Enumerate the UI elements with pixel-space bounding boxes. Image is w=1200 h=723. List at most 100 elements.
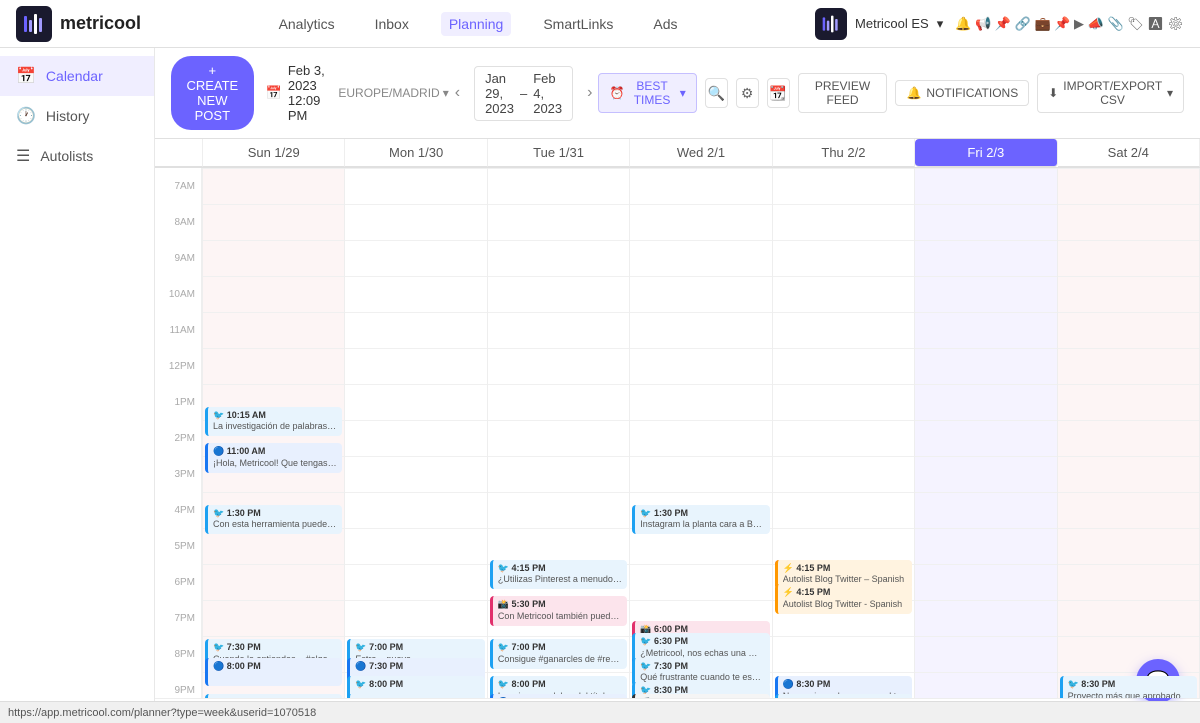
create-post-button[interactable]: + CREATE NEW POST bbox=[171, 56, 254, 130]
day-header-thu: Thu 2/2 bbox=[773, 139, 915, 167]
search-button[interactable]: 🔍 bbox=[705, 78, 728, 108]
sidebar-label-calendar: Calendar bbox=[46, 68, 103, 84]
social-icons-nav: 🔔 📢 📌 🔗 💼 📌 ▶ 📣 📎 🏷 🅰 ⚙ bbox=[955, 16, 1184, 32]
day-column-thu: 📸 4:00 PM¿Eres de música 🎶? Está claro e… bbox=[773, 168, 915, 698]
history-icon: 🕐 bbox=[16, 106, 36, 126]
day-header-tue: Tue 1/31 bbox=[488, 139, 630, 167]
time-label: 1PM bbox=[155, 384, 202, 420]
toolbar-right: ⏰ BEST TIMES ▾ 🔍 ⚙ 📆 PREVIEW FEED 🔔 NOTI… bbox=[598, 73, 1184, 113]
post-card[interactable]: 🐦 9:34 PM¿Tienes un calendario para plan… bbox=[205, 694, 342, 698]
range-start: Jan 29, 2023 bbox=[485, 71, 514, 116]
day-column-sat: 🐦 8:30 PMProyecto más que aprobado y a p… bbox=[1058, 168, 1200, 698]
post-card[interactable]: 🐦 9:34 PMAquí tienes 54 ideas de conteni… bbox=[347, 694, 484, 698]
logo-icon bbox=[16, 6, 52, 42]
date-range: Jan 29, 2023 – Feb 4, 2023 bbox=[474, 66, 573, 121]
calendar-view-button[interactable]: 📆 bbox=[767, 78, 790, 108]
post-card[interactable]: 🐦 1:30 PMCon esta herramienta puedes adm… bbox=[205, 505, 342, 534]
nav-inbox[interactable]: Inbox bbox=[367, 12, 417, 36]
time-label: 8AM bbox=[155, 204, 202, 240]
day-header-sun: Sun 1/29 bbox=[203, 139, 345, 167]
preview-feed-button[interactable]: PREVIEW FEED bbox=[798, 73, 888, 113]
sidebar-item-calendar[interactable]: 📅 Calendar bbox=[0, 56, 154, 96]
sidebar-label-history: History bbox=[46, 108, 90, 124]
day-column-tue: 🐦 4:15 PM¿Utilizas Pinterest a menudo en… bbox=[488, 168, 630, 698]
filter-button[interactable]: ⚙ bbox=[736, 78, 759, 108]
range-end: Feb 4, 2023 bbox=[533, 71, 562, 116]
sidebar-item-history[interactable]: 🕐 History bbox=[0, 96, 154, 136]
avatar bbox=[815, 8, 847, 40]
time-label: 5PM bbox=[155, 528, 202, 564]
notifications-button[interactable]: 🔔 NOTIFICATIONS bbox=[895, 80, 1029, 106]
time-label: 10AM bbox=[155, 276, 202, 312]
date-display: 📅 Feb 3, 2023 12:09 PM bbox=[266, 63, 327, 123]
calendar-icon: 📅 bbox=[16, 66, 36, 86]
day-header-wed: Wed 2/1 bbox=[630, 139, 772, 167]
planner-toolbar: + CREATE NEW POST 📅 Feb 3, 2023 12:09 PM… bbox=[155, 48, 1200, 139]
day-column-fri bbox=[915, 168, 1057, 698]
current-date: Feb 3, 2023 12:09 PM bbox=[288, 63, 327, 123]
post-card[interactable]: 🐦 1:30 PMInstagram la planta cara a BeRe… bbox=[632, 505, 769, 534]
time-label: 6PM bbox=[155, 564, 202, 600]
time-label: 8PM bbox=[155, 636, 202, 672]
time-label: 9PM bbox=[155, 672, 202, 698]
nav-right: Metricool ES ▾ 🔔 📢 📌 🔗 💼 📌 ▶ 📣 📎 🏷 🅰 ⚙ bbox=[815, 8, 1184, 40]
time-label: 11AM bbox=[155, 312, 202, 348]
post-card[interactable]: 🔵 9:00 PMLa primera palabra del título..… bbox=[490, 694, 627, 698]
account-chevron: ▾ bbox=[937, 16, 944, 32]
calendar-date-icon: 📅 bbox=[266, 85, 282, 101]
day-column-wed: 🐦 1:30 PMInstagram la planta cara a BeRe… bbox=[630, 168, 772, 698]
bell-icon: 🔔 bbox=[906, 86, 921, 100]
best-times-button[interactable]: ⏰ BEST TIMES ▾ bbox=[598, 73, 696, 113]
best-times-icon: ⏰ bbox=[609, 86, 624, 100]
day-column-sun: 🐦 10:15 AMLa investigación de palabras c… bbox=[203, 168, 345, 698]
nav-links: Analytics Inbox Planning SmartLinks Ads bbox=[271, 12, 686, 36]
day-header-fri: Fri 2/3 bbox=[915, 139, 1057, 167]
post-card[interactable]: 🐦 8:30 PMProyecto más que aprobado y a p… bbox=[1060, 676, 1197, 698]
nav-smartlinks[interactable]: SmartLinks bbox=[535, 12, 621, 36]
day-header-sat: Sat 2/4 bbox=[1058, 139, 1200, 167]
post-card[interactable]: 🐦 4:15 PM¿Utilizas Pinterest a menudo en… bbox=[490, 560, 627, 589]
import-export-button[interactable]: ⬇ IMPORT/EXPORT CSV ▾ bbox=[1037, 73, 1184, 113]
import-icon: ⬇ bbox=[1048, 86, 1058, 100]
sidebar: 📅 Calendar 🕐 History ☰ Autolists bbox=[0, 48, 155, 723]
top-nav: metricool Analytics Inbox Planning Smart… bbox=[0, 0, 1200, 48]
time-label: 2PM bbox=[155, 420, 202, 456]
post-card[interactable]: 🐦 9:00 PM¡Te ha pasado? 😂😂 Tu plan de #c… bbox=[775, 694, 912, 698]
url-bar: https://app.metricool.com/planner?type=w… bbox=[0, 701, 1200, 723]
nav-analytics[interactable]: Analytics bbox=[271, 12, 343, 36]
post-card[interactable]: 🐦 10:15 AMLa investigación de palabras c… bbox=[205, 407, 342, 436]
nav-ads[interactable]: Ads bbox=[645, 12, 685, 36]
prev-week-button[interactable]: ‹ bbox=[449, 82, 466, 104]
day-header-mon: Mon 1/30 bbox=[345, 139, 487, 167]
autolists-icon: ☰ bbox=[16, 146, 30, 166]
logo[interactable]: metricool bbox=[16, 6, 141, 42]
account-info[interactable]: Metricool ES ▾ bbox=[815, 8, 943, 40]
app-body: 📅 Calendar 🕐 History ☰ Autolists + CREAT… bbox=[0, 48, 1200, 723]
toolbar-left: + CREATE NEW POST 📅 Feb 3, 2023 12:09 PM… bbox=[171, 56, 449, 130]
logo-text: metricool bbox=[60, 13, 141, 34]
time-label: 12PM bbox=[155, 348, 202, 384]
time-label: 9AM bbox=[155, 240, 202, 276]
time-label: 3PM bbox=[155, 456, 202, 492]
sidebar-item-autolists[interactable]: ☰ Autolists bbox=[0, 136, 154, 176]
time-label: 7PM bbox=[155, 600, 202, 636]
calendar-wrapper: Sun 1/29 Mon 1/30 Tue 1/31 Wed 2/1 Thu 2… bbox=[155, 139, 1200, 698]
time-label: 7AM bbox=[155, 168, 202, 204]
timezone[interactable]: EUROPE/MADRID ▾ bbox=[338, 86, 448, 100]
time-column: 7AM8AM9AM10AM11AM12PM1PM2PM3PM4PM5PM6PM7… bbox=[155, 168, 203, 698]
post-card[interactable]: ⚡ 4:15 PMAutolist Blog Twitter - Spanish bbox=[775, 584, 912, 613]
post-card[interactable]: 📸 5:30 PMCon Metricool también puedes co… bbox=[490, 596, 627, 625]
post-card[interactable]: 🔵 11:00 AM¡Hola, Metricool! Que tengas m… bbox=[205, 443, 342, 472]
account-name: Metricool ES bbox=[855, 16, 929, 31]
sidebar-label-autolists: Autolists bbox=[40, 148, 93, 164]
post-card[interactable]: 🎵 9:00 PM¿Tienes una cuenta de TikTok co… bbox=[632, 694, 769, 698]
day-column-mon: 🔵 7:00 PMEstra... nueva🐦 7:00 PMEstra...… bbox=[345, 168, 487, 698]
nav-planning[interactable]: Planning bbox=[441, 12, 512, 36]
next-week-button[interactable]: › bbox=[581, 82, 598, 104]
toolbar-center: ‹ Jan 29, 2023 – Feb 4, 2023 › bbox=[449, 66, 599, 121]
time-label: 4PM bbox=[155, 492, 202, 528]
post-card[interactable]: 🔵 8:00 PM bbox=[205, 658, 342, 686]
post-card[interactable]: 🐦 7:00 PMConsigue #ganarcles de #redesso… bbox=[490, 639, 627, 668]
url-text: https://app.metricool.com/planner?type=w… bbox=[8, 707, 316, 719]
main-content: + CREATE NEW POST 📅 Feb 3, 2023 12:09 PM… bbox=[155, 48, 1200, 723]
